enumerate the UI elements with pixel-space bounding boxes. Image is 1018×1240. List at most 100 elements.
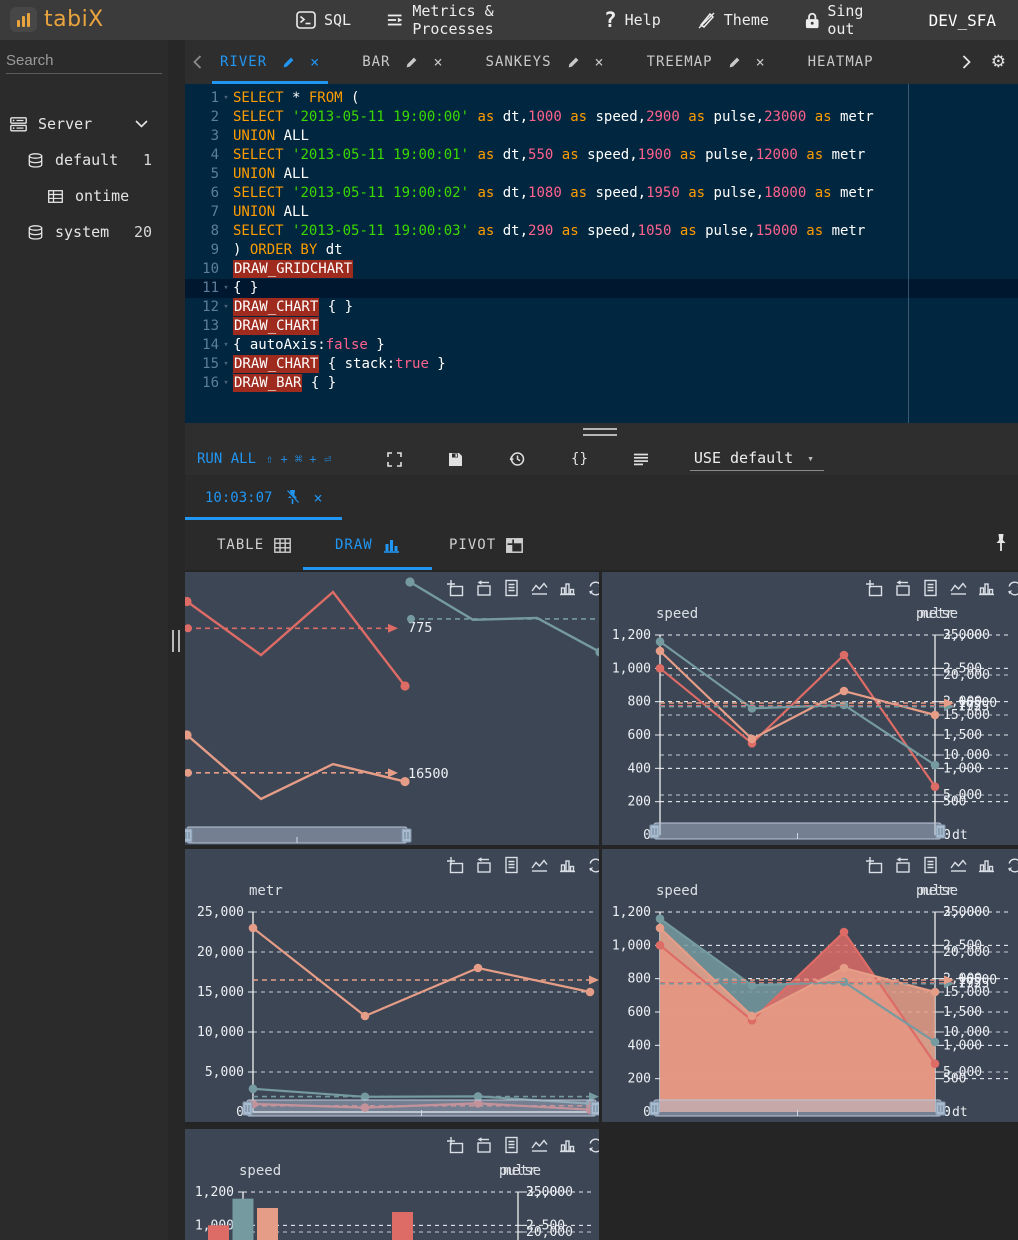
sidebar-item-default[interactable]: default 1 — [0, 142, 168, 178]
tab-heatmap[interactable]: HEATMAP — [800, 40, 882, 84]
history-button[interactable] — [509, 451, 525, 467]
toolbox-line-chart-switch-icon[interactable] — [950, 582, 967, 595]
fullscreen-button[interactable] — [387, 451, 402, 467]
format-button[interactable]: {} — [571, 451, 588, 467]
edit-icon[interactable] — [405, 56, 418, 69]
datazoom-handle[interactable] — [649, 824, 660, 839]
tab-bar[interactable]: BAR × — [354, 40, 451, 84]
tab-sankeys[interactable]: SANKEYS × — [478, 40, 613, 84]
toolbox-restore-icon[interactable] — [589, 581, 599, 596]
toolbox-line-chart-switch-icon[interactable] — [950, 859, 967, 872]
close-icon[interactable]: × — [756, 53, 766, 71]
svg-text:metr: metr — [503, 1163, 537, 1179]
result-tab[interactable]: 10:03:07 × — [185, 475, 343, 520]
run-toolbar: RUN ALL ⇧ + ⌘ + ⏎ {} USE default ▾ — [185, 443, 1018, 475]
menu-item-metrics[interactable]: Metrics & Processes — [387, 2, 568, 38]
environment-label: DEV_SFA — [928, 10, 996, 30]
toolbox-line-chart-switch-icon[interactable] — [531, 1139, 548, 1152]
datazoom-handle[interactable] — [185, 828, 193, 843]
scroll-right-icon[interactable] — [962, 55, 971, 69]
edit-icon[interactable] — [567, 56, 580, 69]
menu-item-help[interactable]: ? Help — [604, 8, 661, 32]
datazoom-handle[interactable] — [935, 1101, 946, 1116]
datazoom-handle[interactable] — [242, 1101, 253, 1116]
toolbox-restore-icon[interactable] — [1008, 858, 1018, 873]
toolbox-bar-chart-switch-icon[interactable] — [560, 860, 575, 873]
toolbox-restore-icon[interactable] — [589, 858, 599, 873]
sql-editor[interactable]: 1 ▾ SELECT * FROM (2 SELECT '2013-05-11 19:… — [185, 84, 1018, 423]
close-icon[interactable]: × — [595, 53, 605, 71]
splitter-drag-handle[interactable] — [171, 630, 183, 654]
pin-results-button[interactable] — [994, 533, 1008, 557]
datazoom-handle[interactable] — [649, 1101, 660, 1116]
wordwrap-button[interactable] — [633, 453, 648, 466]
tab-river[interactable]: RIVER × — [212, 40, 329, 84]
toolbox-restore-icon[interactable] — [1008, 581, 1018, 596]
toolbox-data-view-icon[interactable] — [505, 579, 518, 597]
close-icon[interactable]: × — [433, 53, 443, 71]
datazoom-slider[interactable] — [649, 1099, 946, 1117]
svg-text:5,000: 5,000 — [943, 1065, 982, 1080]
toolbox-data-view-icon[interactable] — [505, 1136, 518, 1154]
tab-pivot[interactable]: PIVOT — [443, 520, 529, 570]
toolbox-select-zoom-icon[interactable] — [447, 1137, 464, 1154]
result-tab-bar: 10:03:07 × — [185, 475, 1018, 520]
datazoom-slider[interactable] — [649, 822, 946, 840]
datazoom-handle[interactable] — [590, 1101, 599, 1116]
sidebar-item-system[interactable]: system 20 — [0, 214, 168, 250]
toolbox-select-zoom-icon[interactable] — [866, 857, 883, 874]
close-icon[interactable]: × — [313, 489, 322, 507]
chart-canvas-single-axis-line: 05,00010,00015,00020,00025,000metr — [197, 856, 599, 1120]
database-icon — [28, 152, 43, 168]
svg-text:1,500: 1,500 — [943, 1005, 982, 1020]
close-icon[interactable]: × — [310, 53, 320, 71]
toolbox-data-view-icon[interactable] — [505, 856, 518, 874]
server-icon — [10, 116, 27, 131]
unpin-icon[interactable] — [285, 489, 300, 506]
menu-item-signout[interactable]: Sing out — [805, 2, 893, 38]
datazoom-handle[interactable] — [935, 824, 946, 839]
history-icon — [509, 452, 525, 466]
toolbox-bar-chart-switch-icon[interactable] — [560, 1140, 575, 1153]
toolbox-data-view-icon[interactable] — [924, 856, 937, 874]
code-line-6: 6 SELECT '2013-05-11 19:00:02' as dt,1080… — [210, 185, 874, 201]
sidebar-item-server[interactable]: Server — [0, 106, 168, 142]
toolbox-bar-chart-switch-icon[interactable] — [979, 860, 994, 873]
toolbox-data-view-icon[interactable] — [924, 579, 937, 597]
svg-text:dt: dt — [952, 1105, 968, 1120]
gear-icon[interactable]: ⚙ — [991, 52, 1006, 72]
edit-icon[interactable] — [728, 56, 741, 69]
chevron-down-icon[interactable] — [135, 120, 148, 128]
toolbox-zoom-reset-icon[interactable] — [477, 580, 491, 596]
tab-table[interactable]: TABLE — [211, 520, 297, 570]
svg-text:10,000: 10,000 — [943, 1025, 990, 1040]
datazoom-slider[interactable] — [185, 826, 412, 844]
datazoom-handle[interactable] — [401, 828, 412, 843]
toolbox-zoom-reset-icon[interactable] — [896, 580, 910, 596]
datazoom-slider[interactable] — [242, 1099, 599, 1117]
toolbox-zoom-reset-icon[interactable] — [477, 857, 491, 873]
toolbox-line-chart-switch-icon[interactable] — [531, 859, 548, 872]
divider-drag-handle[interactable] — [583, 428, 617, 438]
toolbox-line-chart-switch-icon[interactable] — [531, 582, 548, 595]
menu-item-sql[interactable]: SQL — [296, 11, 351, 29]
use-database-dropdown[interactable]: USE default ▾ — [689, 447, 824, 471]
sidebar-item-ontime[interactable]: ontime — [0, 178, 168, 214]
menu-item-theme[interactable]: Theme — [697, 11, 769, 29]
toolbox-zoom-reset-icon[interactable] — [896, 857, 910, 873]
toolbox-restore-icon[interactable] — [589, 1138, 599, 1153]
scroll-left-icon[interactable] — [193, 55, 202, 69]
tab-treemap[interactable]: TREEMAP × — [639, 40, 774, 84]
toolbox-select-zoom-icon[interactable] — [447, 857, 464, 874]
editor-results-divider — [185, 423, 1018, 443]
app-logo[interactable]: tabiX — [10, 7, 104, 32]
run-all-button[interactable]: RUN ALL — [197, 451, 256, 467]
toolbox-select-zoom-icon[interactable] — [447, 580, 464, 597]
toolbox-bar-chart-switch-icon[interactable] — [560, 583, 575, 596]
toolbox-zoom-reset-icon[interactable] — [477, 1137, 491, 1153]
tab-draw[interactable]: DRAW — [303, 520, 432, 570]
toolbox-select-zoom-icon[interactable] — [866, 580, 883, 597]
toolbox-bar-chart-switch-icon[interactable] — [979, 583, 994, 596]
edit-icon[interactable] — [282, 56, 295, 69]
save-button[interactable] — [448, 452, 463, 467]
